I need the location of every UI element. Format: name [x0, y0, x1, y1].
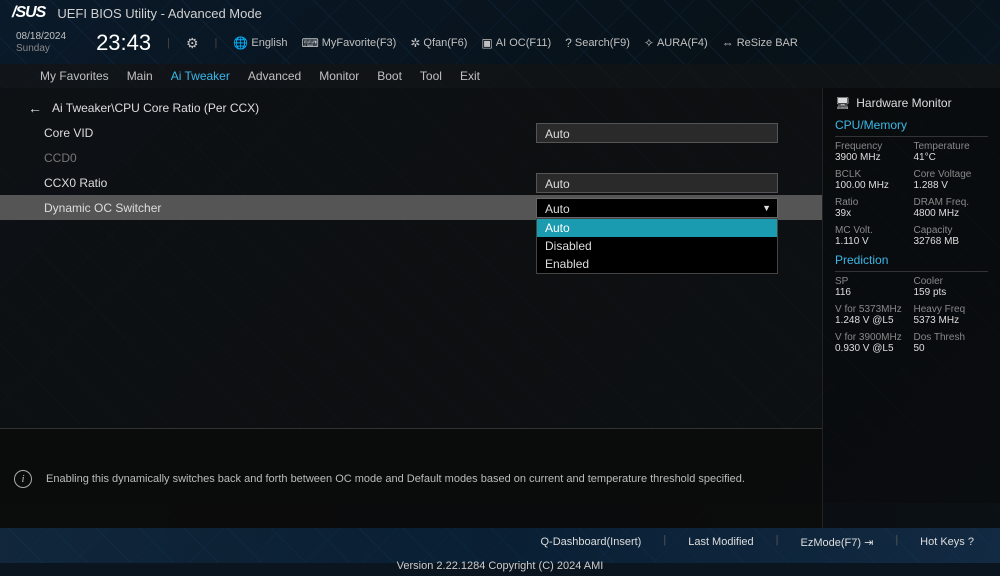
settings-panel: ← Ai Tweaker\CPU Core Ratio (Per CCX) Co… [0, 88, 822, 528]
keyboard-icon: ⌨ [301, 36, 318, 50]
language-button[interactable]: 🌐English [233, 36, 287, 50]
row-core-vid[interactable]: Core VID Auto [0, 120, 822, 145]
search-icon: ? [565, 36, 572, 50]
cpu-memory-grid: Frequency3900 MHz Temperature41°C BCLK10… [835, 141, 988, 247]
ccd0-label: CCD0 [44, 151, 778, 165]
tab-advanced[interactable]: Advanced [248, 69, 301, 83]
header-bar: /SUS UEFI BIOS Utility - Advanced Mode [0, 0, 1000, 26]
section-prediction: Prediction [835, 253, 988, 272]
tab-boot[interactable]: Boot [377, 69, 402, 83]
fan-icon: ✲ [410, 36, 420, 50]
prediction-grid: SP116 Cooler159 pts V for 5373MHz1.248 V… [835, 276, 988, 354]
tab-my-favorites[interactable]: My Favorites [40, 69, 109, 83]
exit-icon: ⇥ [864, 537, 873, 549]
aioc-button[interactable]: ▣AI OC(F11) [481, 36, 551, 50]
qdashboard-button[interactable]: Q-Dashboard(Insert) [534, 534, 647, 550]
dynoc-label: Dynamic OC Switcher [44, 201, 536, 215]
ccx0-input[interactable]: Auto [536, 173, 778, 193]
breadcrumb: ← Ai Tweaker\CPU Core Ratio (Per CCX) [0, 96, 822, 120]
tab-main[interactable]: Main [127, 69, 153, 83]
chevron-down-icon: ▼ [762, 203, 771, 213]
datetime-block: 08/18/2024 Sunday [16, 31, 66, 55]
aura-icon: ✧ [644, 36, 654, 50]
info-text: Enabling this dynamically switches back … [46, 473, 745, 485]
corevid-label: Core VID [44, 126, 536, 140]
info-bar: i Enabling this dynamically switches bac… [0, 428, 822, 528]
dropdown-option-disabled[interactable]: Disabled [537, 237, 777, 255]
settings-gear-icon[interactable]: ⚙ [186, 35, 199, 52]
hotkeys-button[interactable]: Hot Keys ? [914, 534, 980, 550]
lastmodified-button[interactable]: Last Modified [682, 534, 759, 550]
corevid-input[interactable]: Auto [536, 123, 778, 143]
dropdown-option-auto[interactable]: Auto [537, 219, 777, 237]
aura-button[interactable]: ✧AURA(F4) [644, 36, 708, 50]
help-icon: ? [968, 536, 974, 548]
version-text: Version 2.22.1284 Copyright (C) 2024 AMI [397, 560, 604, 572]
search-button[interactable]: ?Search(F9) [565, 36, 630, 50]
breadcrumb-path: Ai Tweaker\CPU Core Ratio (Per CCX) [52, 101, 259, 115]
myfavorite-button[interactable]: ⌨MyFavorite(F3) [301, 36, 396, 50]
section-cpu-memory: CPU/Memory [835, 118, 988, 137]
ccx0-label: CCX0 Ratio [44, 176, 536, 190]
back-arrow-icon[interactable]: ← [28, 100, 42, 116]
qfan-button[interactable]: ✲Qfan(F6) [410, 36, 467, 50]
dropdown-option-enabled[interactable]: Enabled [537, 255, 777, 273]
tab-monitor[interactable]: Monitor [319, 69, 359, 83]
dynoc-dropdown-menu: Auto Disabled Enabled [536, 218, 778, 274]
sidebar-title: 🖥 Hardware Monitor [835, 96, 988, 110]
subheader-bar: 08/18/2024 Sunday 23:43 | ⚙ | 🌐English ⌨… [0, 26, 1000, 64]
hardware-monitor-sidebar: 🖥 Hardware Monitor CPU/Memory Frequency3… [822, 88, 1000, 528]
tab-exit[interactable]: Exit [460, 69, 480, 83]
chip-icon: ▣ [481, 36, 492, 50]
resize-icon: ⇔ [722, 36, 734, 50]
date-text: 08/18/2024 [16, 31, 66, 43]
app-title: UEFI BIOS Utility - Advanced Mode [57, 6, 261, 21]
tab-ai-tweaker[interactable]: Ai Tweaker [171, 69, 230, 83]
info-icon: i [14, 470, 32, 488]
globe-icon: 🌐 [233, 36, 248, 50]
dynoc-dropdown[interactable]: Auto ▼ [536, 198, 778, 218]
tab-tool[interactable]: Tool [420, 69, 442, 83]
row-ccx0-ratio[interactable]: CCX0 Ratio Auto [0, 170, 822, 195]
ezmode-button[interactable]: EzMode(F7) ⇥ [795, 534, 880, 551]
time-text: 23:43 [96, 30, 151, 56]
nav-tabs: My Favorites Main Ai Tweaker Advanced Mo… [0, 64, 1000, 88]
day-text: Sunday [16, 43, 66, 55]
monitor-icon: 🖥 [835, 96, 850, 110]
row-ccd0: CCD0 [0, 145, 822, 170]
footer-bar: Q-Dashboard(Insert) | Last Modified | Ez… [0, 528, 1000, 576]
row-dynamic-oc-switcher[interactable]: Dynamic OC Switcher Auto ▼ Auto Disabled… [0, 195, 822, 220]
resizebar-button[interactable]: ⇔ReSize BAR [722, 36, 798, 50]
asus-logo: /SUS [12, 4, 45, 22]
